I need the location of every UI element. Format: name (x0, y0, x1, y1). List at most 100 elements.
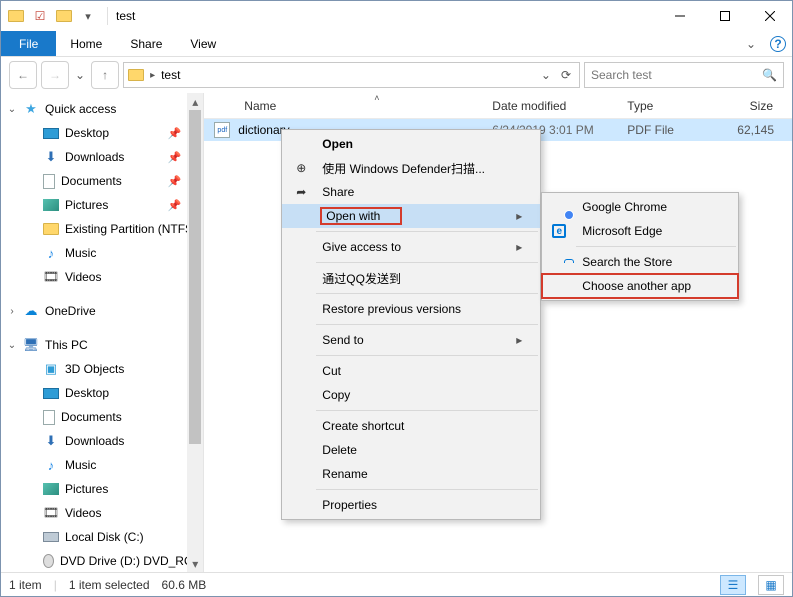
ctx-cut[interactable]: Cut (282, 359, 540, 383)
ctx-give-access[interactable]: Give access to▸ (282, 235, 540, 259)
sidebar-item-videos-pc[interactable]: 🎞Videos (1, 501, 203, 525)
status-selected-size: 60.6 MB (162, 578, 207, 592)
new-folder-qat-icon[interactable] (53, 5, 75, 27)
sidebar-item-music-pc[interactable]: ♪Music (1, 453, 203, 477)
large-icons-view-button[interactable]: ▦ (758, 575, 784, 595)
qat-dropdown-icon[interactable]: ▾ (77, 5, 99, 27)
file-list[interactable]: pdf dictionary 6/24/2019 3:01 PM PDF Fil… (204, 119, 792, 572)
ctx-share[interactable]: ➦Share (282, 180, 540, 204)
ctx-qq-send[interactable]: 通过QQ发送到 (282, 266, 540, 290)
pictures-icon (43, 483, 59, 495)
window-title: test (112, 9, 135, 23)
explorer-window: ☑ ▾ test File Home Share View ⌄ ? ← → ⌄ … (0, 0, 793, 597)
details-view-button[interactable]: ☰ (720, 575, 746, 595)
submenu-search-store[interactable]: Search the Store (542, 250, 738, 274)
col-size[interactable]: Size (729, 93, 792, 118)
file-size-cell: 62,145 (729, 123, 792, 137)
separator (576, 246, 736, 247)
ctx-open[interactable]: Open (282, 132, 540, 156)
pin-icon: 📌 (168, 127, 182, 140)
ctx-open-with[interactable]: Open with▸ (282, 204, 540, 228)
sidebar-item-desktop-pc[interactable]: Desktop (1, 381, 203, 405)
chevron-right-icon[interactable]: ▸ (150, 70, 155, 81)
tab-home[interactable]: Home (56, 31, 116, 56)
ribbon-expand-icon[interactable]: ⌄ (746, 37, 756, 51)
sidebar-item-videos[interactable]: 🎞Videos (1, 265, 203, 289)
help-icon[interactable]: ? (770, 36, 786, 52)
videos-icon: 🎞 (43, 505, 59, 521)
ctx-copy[interactable]: Copy (282, 383, 540, 407)
status-bar: 1 item | 1 item selected 60.6 MB ☰ ▦ (1, 572, 792, 596)
sidebar-scrollbar[interactable]: ▴ ▾ (187, 93, 203, 572)
pin-icon: 📌 (168, 199, 182, 212)
col-name[interactable]: Name (204, 93, 484, 118)
ctx-delete[interactable]: Delete (282, 438, 540, 462)
pictures-icon (43, 199, 59, 211)
threed-icon: ▣ (43, 361, 59, 377)
sidebar-item-documents[interactable]: Documents📌 (1, 169, 203, 193)
separator (316, 293, 538, 294)
status-item-count: 1 item (9, 578, 42, 592)
sidebar-item-onedrive[interactable]: ›☁OneDrive (1, 299, 203, 323)
address-bar[interactable]: ▸ test ⌄ ⟳ (123, 62, 580, 88)
search-input[interactable]: Search test 🔍 (584, 62, 784, 88)
drive-icon (43, 532, 59, 542)
navigation-pane: ⌄★Quick access Desktop📌 ⬇Downloads📌 Docu… (1, 93, 204, 572)
sidebar-item-this-pc[interactable]: ⌄🖥This PC (1, 333, 203, 357)
separator (316, 324, 538, 325)
submenu-google-chrome[interactable]: Google Chrome (542, 195, 738, 219)
ctx-restore-previous[interactable]: Restore previous versions (282, 297, 540, 321)
scroll-up-icon[interactable]: ▴ (187, 93, 203, 110)
sidebar-item-pictures[interactable]: Pictures📌 (1, 193, 203, 217)
close-button[interactable] (747, 1, 792, 31)
submenu-choose-another-app[interactable]: Choose another app (542, 274, 738, 298)
sidebar-item-3d-objects[interactable]: ▣3D Objects (1, 357, 203, 381)
sidebar-item-existing-partition[interactable]: Existing Partition (NTFS) (1, 217, 203, 241)
sidebar-item-dvd-drive[interactable]: DVD Drive (D:) DVD_ROM (1, 549, 203, 572)
pin-icon: 📌 (168, 151, 182, 164)
recent-locations-icon[interactable]: ⌄ (73, 68, 87, 82)
submenu-microsoft-edge[interactable]: eMicrosoft Edge (542, 219, 738, 243)
scroll-down-icon[interactable]: ▾ (187, 555, 203, 572)
up-button[interactable]: ↑ (91, 61, 119, 89)
maximize-button[interactable] (702, 1, 747, 31)
sidebar-item-music[interactable]: ♪Music (1, 241, 203, 265)
documents-icon (43, 410, 55, 425)
ctx-properties[interactable]: Properties (282, 493, 540, 517)
edge-icon: e (552, 224, 570, 238)
breadcrumb-item[interactable]: test (161, 68, 180, 82)
sidebar-item-quick-access[interactable]: ⌄★Quick access (1, 97, 203, 121)
col-date-modified[interactable]: Date modified (484, 93, 619, 118)
address-dropdown-icon[interactable]: ⌄ (537, 68, 555, 82)
sidebar-item-local-disk[interactable]: Local Disk (C:) (1, 525, 203, 549)
sidebar-item-documents-pc[interactable]: Documents (1, 405, 203, 429)
separator (316, 231, 538, 232)
sidebar-item-desktop[interactable]: Desktop📌 (1, 121, 203, 145)
minimize-button[interactable] (657, 1, 702, 31)
context-menu: Open ⊕使用 Windows Defender扫描... ➦Share Op… (281, 129, 541, 520)
tab-view[interactable]: View (176, 31, 230, 56)
scroll-thumb[interactable] (189, 110, 201, 444)
downloads-icon: ⬇ (43, 433, 59, 449)
back-button[interactable]: ← (9, 61, 37, 89)
music-icon: ♪ (43, 457, 59, 473)
forward-button[interactable]: → (41, 61, 69, 89)
separator (316, 410, 538, 411)
refresh-icon[interactable]: ⟳ (557, 68, 575, 82)
separator (316, 355, 538, 356)
tab-file[interactable]: File (1, 31, 56, 56)
ctx-send-to[interactable]: Send to▸ (282, 328, 540, 352)
sidebar-item-pictures-pc[interactable]: Pictures (1, 477, 203, 501)
ctx-defender-scan[interactable]: ⊕使用 Windows Defender扫描... (282, 156, 540, 180)
sort-indicator-icon: ˄ (374, 93, 379, 103)
tab-share[interactable]: Share (116, 31, 176, 56)
ctx-rename[interactable]: Rename (282, 462, 540, 486)
sidebar-item-downloads-pc[interactable]: ⬇Downloads (1, 429, 203, 453)
sidebar-item-downloads[interactable]: ⬇Downloads📌 (1, 145, 203, 169)
properties-qat-icon[interactable]: ☑ (29, 5, 51, 27)
col-type[interactable]: Type (619, 93, 729, 118)
videos-icon: 🎞 (43, 269, 59, 285)
chevron-right-icon: ▸ (516, 240, 522, 254)
ctx-create-shortcut[interactable]: Create shortcut (282, 414, 540, 438)
folder-icon (128, 69, 144, 81)
